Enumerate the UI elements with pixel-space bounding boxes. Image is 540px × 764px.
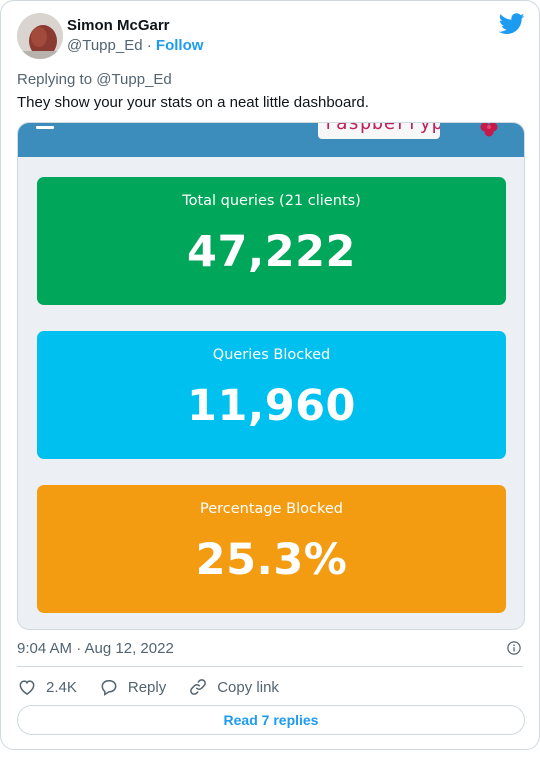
stat-label: Total queries (21 clients) [182,193,361,209]
reply-button[interactable]: Reply [99,677,166,697]
tweet-card: Simon McGarr @Tupp_Ed · Follow Replying … [0,0,540,750]
replying-to[interactable]: Replying to @Tupp_Ed [17,71,172,88]
like-button[interactable]: 2.4K [17,677,77,697]
twitter-bird-icon[interactable] [499,13,525,35]
stat-value: 11,960 [187,381,356,431]
stat-label: Percentage Blocked [199,501,343,517]
reply-icon [101,680,117,696]
follow-button[interactable]: Follow [156,37,204,54]
tweet-actions: 2.4K Reply Copy link [17,674,301,700]
hostname: raspberrypi [324,123,440,134]
read-replies-button[interactable]: Read 7 replies [17,705,525,735]
like-count: 2.4K [46,678,77,696]
copy-link-label: Copy link [217,678,279,696]
dashboard-image[interactable]: raspberrypi Total queries (21 clients) 4… [17,122,525,630]
hostname-badge: raspberrypi [318,123,440,139]
separator-dot: · [146,37,156,54]
dashboard-header: raspberrypi [18,123,524,157]
info-icon[interactable] [507,641,521,655]
author-handle-line: @Tupp_Ed · Follow [67,37,203,54]
heart-icon [19,680,35,695]
reply-label: Reply [127,678,167,696]
stat-value: 25.3% [195,535,348,585]
stat-value: 47,222 [187,227,356,277]
link-icon [190,679,207,695]
avatar[interactable] [17,13,63,59]
hamburger-icon [36,123,54,131]
divider [17,666,523,667]
stat-tile-queries-blocked: Queries Blocked 11,960 [37,331,506,459]
author-name[interactable]: Simon McGarr [67,17,170,34]
raspberry-pi-icon [480,123,498,137]
avatar-image [17,13,63,59]
tweet-text: They show your your stats on a neat litt… [17,94,369,111]
author-handle[interactable]: @Tupp_Ed [67,37,143,54]
stat-label: Queries Blocked [212,347,331,363]
stat-tile-percentage-blocked: Percentage Blocked 25.3% [37,485,506,613]
stat-tile-total-queries: Total queries (21 clients) 47,222 [37,177,506,305]
copy-link-button[interactable]: Copy link [188,677,279,697]
tweet-timestamp[interactable]: 9:04 AM · Aug 12, 2022 [17,640,174,657]
